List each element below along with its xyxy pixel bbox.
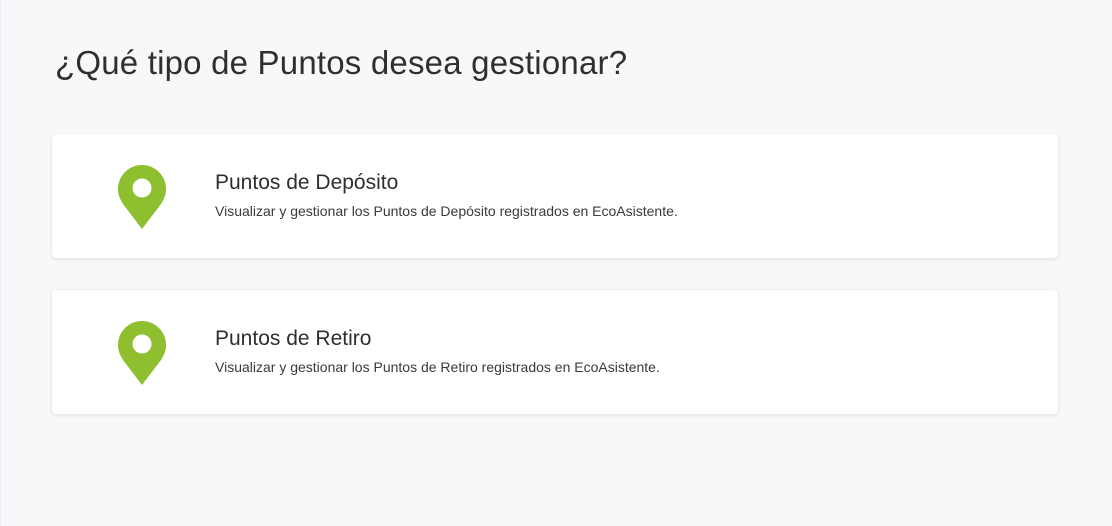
card-description: Visualizar y gestionar los Puntos de Dep… bbox=[215, 203, 678, 219]
map-pin-icon bbox=[118, 321, 166, 385]
deposit-points-card[interactable]: Puntos de Depósito Visualizar y gestiona… bbox=[52, 134, 1058, 258]
page-container: ¿Qué tipo de Puntos desea gestionar? Pun… bbox=[0, 0, 1112, 526]
card-text: Puntos de Depósito Visualizar y gestiona… bbox=[215, 170, 678, 220]
map-pin-icon bbox=[118, 165, 166, 229]
card-text: Puntos de Retiro Visualizar y gestionar … bbox=[215, 326, 660, 376]
card-title: Puntos de Depósito bbox=[215, 171, 399, 194]
card-title: Puntos de Retiro bbox=[215, 327, 372, 350]
page-title: ¿Qué tipo de Puntos desea gestionar? bbox=[55, 44, 628, 81]
card-description: Visualizar y gestionar los Puntos de Ret… bbox=[215, 359, 660, 375]
pickup-points-card[interactable]: Puntos de Retiro Visualizar y gestionar … bbox=[52, 290, 1058, 414]
